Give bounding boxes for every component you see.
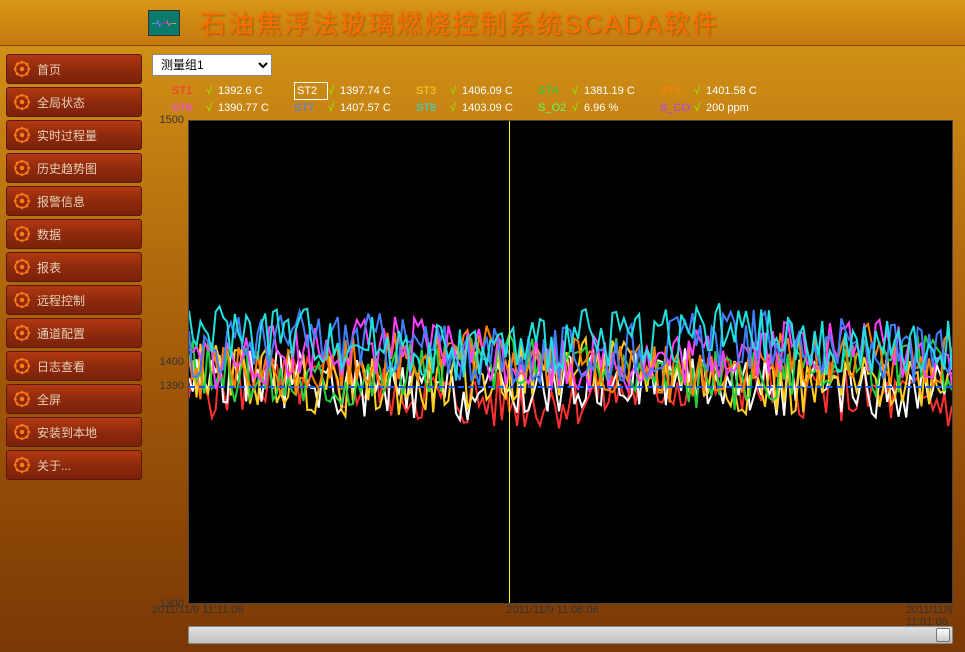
nav-label: 报表 [37, 259, 61, 276]
check-icon: √ [572, 83, 584, 99]
gear-icon [13, 456, 31, 474]
legend-series-name[interactable]: ST5 [660, 83, 694, 99]
app-header: 石油焦浮法玻璃燃烧控制系统SCADA软件 [0, 0, 965, 46]
nav-label: 关于... [37, 457, 71, 474]
legend-series-value: 1401.58 C [706, 83, 776, 99]
legend: ST1√1392.6 CST2√1397.74 CST3√1406.09 CST… [152, 82, 953, 116]
nav-label: 报警信息 [37, 193, 85, 210]
gear-icon [13, 258, 31, 276]
check-icon: √ [694, 100, 706, 116]
time-cursor-line[interactable] [509, 121, 510, 603]
nav-label: 历史趋势图 [37, 160, 97, 177]
toolbar: 测量组1 [152, 54, 953, 76]
legend-series-value: 6.96 % [584, 100, 654, 116]
sidebar-item-10[interactable]: 全屏 [6, 384, 142, 414]
legend-series-value: 1397.74 C [340, 83, 410, 99]
x-tick-label: 2011/11/9 11:06:06 [506, 604, 598, 616]
legend-row-1: ST1√1392.6 CST2√1397.74 CST3√1406.09 CST… [172, 82, 953, 100]
time-scrollbar[interactable] [188, 626, 953, 644]
sidebar-item-4[interactable]: 报警信息 [6, 186, 142, 216]
nav-label: 全屏 [37, 391, 61, 408]
sidebar-item-7[interactable]: 远程控制 [6, 285, 142, 315]
check-icon: √ [450, 100, 462, 116]
scrollbar-thumb[interactable] [936, 628, 950, 642]
main-container: 首页全局状态实时过程量历史趋势图报警信息数据报表远程控制通道配置日志查看全屏安装… [0, 46, 965, 652]
gear-icon [13, 225, 31, 243]
y-axis: 1300139014001500 [152, 120, 188, 604]
gear-icon [13, 159, 31, 177]
main-panel: 测量组1 ST1√1392.6 CST2√1397.74 CST3√1406.0… [148, 46, 965, 652]
check-icon: √ [328, 83, 340, 99]
legend-series-name[interactable]: ST4 [538, 83, 572, 99]
gear-icon [13, 126, 31, 144]
gear-icon [13, 93, 31, 111]
nav-label: 通道配置 [37, 325, 85, 342]
check-icon: √ [206, 100, 218, 116]
chart-area: 1300139014001500 [152, 120, 953, 604]
y-tick-label: 1500 [160, 114, 184, 126]
check-icon: √ [206, 83, 218, 99]
legend-series-name[interactable]: S_O2 [538, 100, 572, 116]
legend-series-name[interactable]: ST1 [172, 83, 206, 99]
legend-series-name[interactable]: ST8 [416, 100, 450, 116]
sidebar-item-12[interactable]: 关于... [6, 450, 142, 480]
reference-dash-line [189, 386, 952, 388]
sidebar-item-0[interactable]: 首页 [6, 54, 142, 84]
gear-icon [13, 357, 31, 375]
gear-icon [13, 423, 31, 441]
nav-label: 数据 [37, 226, 61, 243]
nav-label: 实时过程量 [37, 127, 97, 144]
nav-label: 安装到本地 [37, 424, 97, 441]
gear-icon [13, 60, 31, 78]
gear-icon [13, 390, 31, 408]
nav-label: 首页 [37, 61, 61, 78]
check-icon: √ [694, 83, 706, 99]
nav-label: 全局状态 [37, 94, 85, 111]
x-axis: 2011/11/9 11:11:062011/11/9 11:06:062011… [152, 604, 953, 622]
sidebar-nav: 首页全局状态实时过程量历史趋势图报警信息数据报表远程控制通道配置日志查看全屏安装… [0, 46, 148, 652]
nav-label: 远程控制 [37, 292, 85, 309]
sidebar-item-3[interactable]: 历史趋势图 [6, 153, 142, 183]
legend-series-name[interactable]: S_CO [660, 100, 694, 116]
sidebar-item-6[interactable]: 报表 [6, 252, 142, 282]
legend-row-2: ST6√1390.77 CST7√1407.57 CST8√1403.09 CS… [172, 100, 953, 116]
app-title: 石油焦浮法玻璃燃烧控制系统SCADA软件 [200, 4, 720, 41]
legend-series-value: 1392.6 C [218, 83, 288, 99]
sidebar-item-8[interactable]: 通道配置 [6, 318, 142, 348]
check-icon: √ [572, 100, 584, 116]
x-tick-label: 2011/11/9 11:11:06 [152, 604, 244, 616]
y-tick-label: 1400 [160, 356, 184, 368]
legend-series-name[interactable]: ST3 [416, 83, 450, 99]
sidebar-item-11[interactable]: 安装到本地 [6, 417, 142, 447]
sidebar-item-9[interactable]: 日志查看 [6, 351, 142, 381]
legend-series-name[interactable]: ST7 [294, 100, 328, 116]
x-tick-label: 2011/11/9 11:01:06 [906, 604, 953, 628]
legend-series-value: 1381.19 C [584, 83, 654, 99]
legend-series-value: 1390.77 C [218, 100, 288, 116]
measure-group-select[interactable]: 测量组1 [152, 54, 272, 76]
legend-series-value: 1403.09 C [462, 100, 532, 116]
gear-icon [13, 291, 31, 309]
legend-series-value: 1407.57 C [340, 100, 410, 116]
y-tick-label: 1390 [160, 380, 184, 392]
check-icon: √ [328, 100, 340, 116]
check-icon: √ [450, 83, 462, 99]
sidebar-item-5[interactable]: 数据 [6, 219, 142, 249]
sidebar-item-2[interactable]: 实时过程量 [6, 120, 142, 150]
legend-series-value: 1406.09 C [462, 83, 532, 99]
trend-plot[interactable] [188, 120, 953, 604]
gear-icon [13, 192, 31, 210]
app-logo-icon [148, 10, 180, 36]
sidebar-item-1[interactable]: 全局状态 [6, 87, 142, 117]
gear-icon [13, 324, 31, 342]
legend-series-name[interactable]: ST2 [294, 82, 328, 100]
legend-series-value: 200 ppm [706, 100, 776, 116]
nav-label: 日志查看 [37, 358, 85, 375]
